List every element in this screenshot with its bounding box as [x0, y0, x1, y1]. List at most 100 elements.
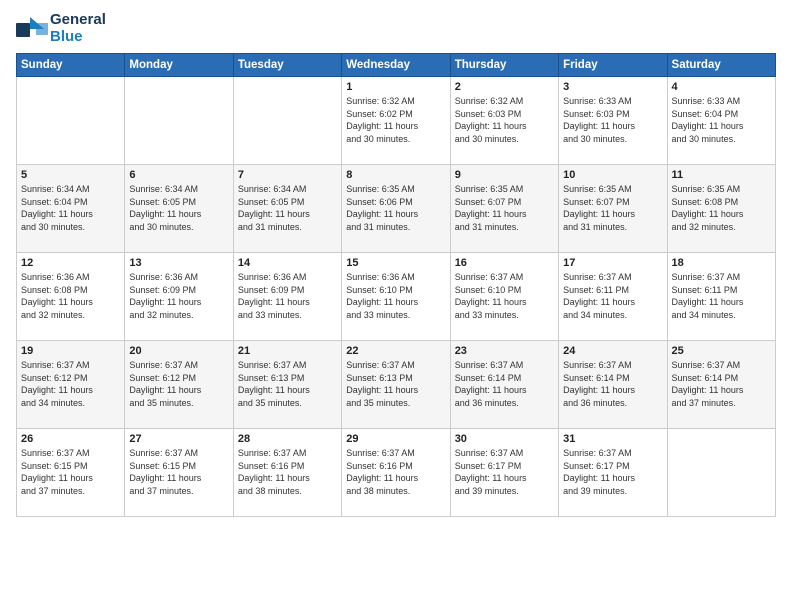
day-number: 4 — [672, 81, 771, 93]
day-info: Sunrise: 6:34 AM Sunset: 6:05 PM Dayligh… — [129, 183, 228, 233]
day-number: 3 — [563, 81, 662, 93]
day-cell: 7 Sunrise: 6:34 AM Sunset: 6:05 PM Daylig… — [233, 165, 341, 253]
weekday-friday: Friday — [559, 54, 667, 77]
day-number: 17 — [563, 257, 662, 269]
day-cell: 3 Sunrise: 6:33 AM Sunset: 6:03 PM Daylig… — [559, 77, 667, 165]
day-cell: 16Sunrise: 6:37 AM Sunset: 6:10 PM Dayli… — [450, 253, 558, 341]
day-cell: 10 Sunrise: 6:35 AM Sunset: 6:07 PM Dayli… — [559, 165, 667, 253]
day-number: 20 — [129, 345, 228, 357]
day-info: Sunrise: 6:36 AM Sunset: 6:09 PM Dayligh… — [238, 271, 337, 321]
day-cell: 20 Sunrise: 6:37 AM Sunset: 6:12 PM Dayli… — [125, 341, 233, 429]
day-number: 10 — [563, 169, 662, 181]
day-cell: 31 Sunrise: 6:37 AM Sunset: 6:17 PM Dayli… — [559, 429, 667, 517]
day-info: Sunrise: 6:35 AM Sunset: 6:07 PM Dayligh… — [563, 183, 662, 233]
day-number: 27 — [129, 433, 228, 445]
week-row-1: 1 Sunrise: 6:32 AM Sunset: 6:02 PM Daylig… — [17, 77, 776, 165]
header: General Blue — [16, 12, 776, 45]
day-cell: 15Sunrise: 6:36 AM Sunset: 6:10 PM Dayli… — [342, 253, 450, 341]
day-cell: 25 Sunrise: 6:37 AM Sunset: 6:14 PM Dayli… — [667, 341, 775, 429]
day-info: Sunrise: 6:35 AM Sunset: 6:06 PM Dayligh… — [346, 183, 445, 233]
day-info: Sunrise: 6:33 AM Sunset: 6:04 PM Dayligh… — [672, 95, 771, 145]
day-number: 1 — [346, 81, 445, 93]
day-info: Sunrise: 6:37 AM Sunset: 6:12 PM Dayligh… — [129, 359, 228, 409]
day-info: Sunrise: 6:37 AM Sunset: 6:16 PM Dayligh… — [346, 447, 445, 497]
day-number: 5 — [21, 169, 120, 181]
day-cell — [233, 77, 341, 165]
day-cell: 5 Sunrise: 6:34 AM Sunset: 6:04 PM Daylig… — [17, 165, 125, 253]
day-cell: 1 Sunrise: 6:32 AM Sunset: 6:02 PM Daylig… — [342, 77, 450, 165]
day-cell: 18 Sunrise: 6:37 AM Sunset: 6:11 PM Dayli… — [667, 253, 775, 341]
day-cell — [17, 77, 125, 165]
day-cell: 29 Sunrise: 6:37 AM Sunset: 6:16 PM Dayli… — [342, 429, 450, 517]
day-info: Sunrise: 6:37 AM Sunset: 6:13 PM Dayligh… — [238, 359, 337, 409]
weekday-tuesday: Tuesday — [233, 54, 341, 77]
day-number: 21 — [238, 345, 337, 357]
day-cell: 2Sunrise: 6:32 AM Sunset: 6:03 PM Daylig… — [450, 77, 558, 165]
weekday-thursday: Thursday — [450, 54, 558, 77]
day-number: 11 — [672, 169, 771, 181]
day-info: Sunrise: 6:37 AM Sunset: 6:13 PM Dayligh… — [346, 359, 445, 409]
logo: General Blue — [16, 12, 106, 45]
calendar-table: SundayMondayTuesdayWednesdayThursdayFrid… — [16, 53, 776, 517]
day-info: Sunrise: 6:37 AM Sunset: 6:14 PM Dayligh… — [672, 359, 771, 409]
day-info: Sunrise: 6:37 AM Sunset: 6:17 PM Dayligh… — [455, 447, 554, 497]
day-cell: 21 Sunrise: 6:37 AM Sunset: 6:13 PM Dayli… — [233, 341, 341, 429]
day-info: Sunrise: 6:37 AM Sunset: 6:16 PM Dayligh… — [238, 447, 337, 497]
day-info: Sunrise: 6:37 AM Sunset: 6:15 PM Dayligh… — [21, 447, 120, 497]
weekday-wednesday: Wednesday — [342, 54, 450, 77]
day-cell: 24Sunrise: 6:37 AM Sunset: 6:14 PM Dayli… — [559, 341, 667, 429]
week-row-2: 5 Sunrise: 6:34 AM Sunset: 6:04 PM Daylig… — [17, 165, 776, 253]
day-cell: 4 Sunrise: 6:33 AM Sunset: 6:04 PM Daylig… — [667, 77, 775, 165]
logo-text-blue: Blue — [50, 29, 106, 46]
weekday-saturday: Saturday — [667, 54, 775, 77]
day-number: 14 — [238, 257, 337, 269]
day-info: Sunrise: 6:35 AM Sunset: 6:08 PM Dayligh… — [672, 183, 771, 233]
day-cell: 27 Sunrise: 6:37 AM Sunset: 6:15 PM Dayli… — [125, 429, 233, 517]
day-cell: 13 Sunrise: 6:36 AM Sunset: 6:09 PM Dayli… — [125, 253, 233, 341]
day-info: Sunrise: 6:37 AM Sunset: 6:11 PM Dayligh… — [563, 271, 662, 321]
day-info: Sunrise: 6:36 AM Sunset: 6:08 PM Dayligh… — [21, 271, 120, 321]
logo-text-general: General — [50, 12, 106, 29]
day-number: 7 — [238, 169, 337, 181]
day-info: Sunrise: 6:32 AM Sunset: 6:03 PM Dayligh… — [455, 95, 554, 145]
weekday-monday: Monday — [125, 54, 233, 77]
day-info: Sunrise: 6:37 AM Sunset: 6:11 PM Dayligh… — [672, 271, 771, 321]
day-info: Sunrise: 6:33 AM Sunset: 6:03 PM Dayligh… — [563, 95, 662, 145]
day-number: 24 — [563, 345, 662, 357]
day-number: 9 — [455, 169, 554, 181]
day-cell — [667, 429, 775, 517]
logo-icon — [16, 15, 48, 43]
week-row-3: 12Sunrise: 6:36 AM Sunset: 6:08 PM Dayli… — [17, 253, 776, 341]
day-number: 30 — [455, 433, 554, 445]
day-cell: 9Sunrise: 6:35 AM Sunset: 6:07 PM Daylig… — [450, 165, 558, 253]
calendar-page: General Blue SundayMondayTuesdayWednesda… — [0, 0, 792, 612]
week-row-5: 26 Sunrise: 6:37 AM Sunset: 6:15 PM Dayli… — [17, 429, 776, 517]
weekday-sunday: Sunday — [17, 54, 125, 77]
day-number: 22 — [346, 345, 445, 357]
week-row-4: 19Sunrise: 6:37 AM Sunset: 6:12 PM Dayli… — [17, 341, 776, 429]
day-info: Sunrise: 6:34 AM Sunset: 6:04 PM Dayligh… — [21, 183, 120, 233]
day-number: 28 — [238, 433, 337, 445]
day-info: Sunrise: 6:37 AM Sunset: 6:17 PM Dayligh… — [563, 447, 662, 497]
weekday-header-row: SundayMondayTuesdayWednesdayThursdayFrid… — [17, 54, 776, 77]
day-number: 15 — [346, 257, 445, 269]
day-info: Sunrise: 6:37 AM Sunset: 6:10 PM Dayligh… — [455, 271, 554, 321]
day-number: 23 — [455, 345, 554, 357]
day-cell: 28 Sunrise: 6:37 AM Sunset: 6:16 PM Dayli… — [233, 429, 341, 517]
day-number: 13 — [129, 257, 228, 269]
day-cell: 11 Sunrise: 6:35 AM Sunset: 6:08 PM Dayli… — [667, 165, 775, 253]
day-cell: 23Sunrise: 6:37 AM Sunset: 6:14 PM Dayli… — [450, 341, 558, 429]
day-number: 31 — [563, 433, 662, 445]
day-info: Sunrise: 6:34 AM Sunset: 6:05 PM Dayligh… — [238, 183, 337, 233]
day-number: 25 — [672, 345, 771, 357]
day-number: 26 — [21, 433, 120, 445]
day-cell — [125, 77, 233, 165]
day-cell: 14 Sunrise: 6:36 AM Sunset: 6:09 PM Dayli… — [233, 253, 341, 341]
day-info: Sunrise: 6:37 AM Sunset: 6:15 PM Dayligh… — [129, 447, 228, 497]
day-number: 29 — [346, 433, 445, 445]
day-cell: 12Sunrise: 6:36 AM Sunset: 6:08 PM Dayli… — [17, 253, 125, 341]
day-cell: 8Sunrise: 6:35 AM Sunset: 6:06 PM Daylig… — [342, 165, 450, 253]
day-info: Sunrise: 6:36 AM Sunset: 6:09 PM Dayligh… — [129, 271, 228, 321]
day-info: Sunrise: 6:32 AM Sunset: 6:02 PM Dayligh… — [346, 95, 445, 145]
day-number: 18 — [672, 257, 771, 269]
